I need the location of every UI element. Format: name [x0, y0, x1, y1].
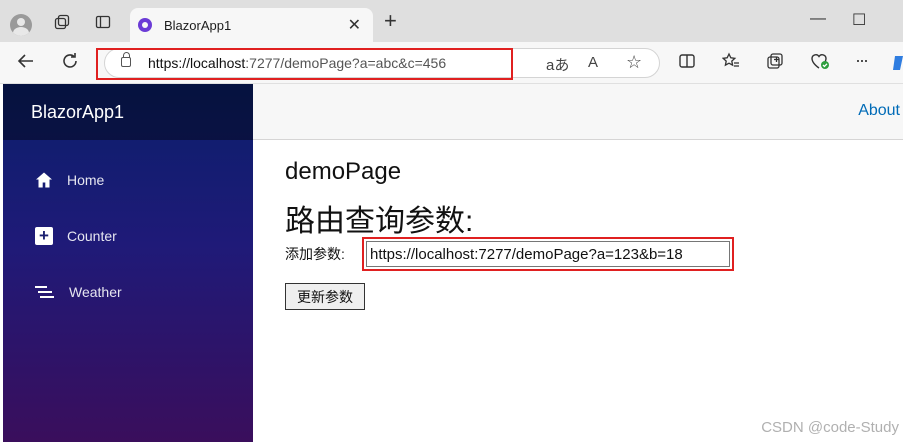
url-highlight-box — [96, 48, 513, 80]
sidebar-item-label: Home — [67, 172, 105, 188]
sidebar-item-label: Counter — [67, 228, 117, 244]
more-icon[interactable]: ··· — [855, 50, 869, 70]
workspaces-icon[interactable] — [52, 12, 72, 32]
tab-actions-icon[interactable] — [93, 12, 113, 32]
maximize-button[interactable]: ☐ — [852, 10, 866, 30]
favorites-icon[interactable] — [721, 52, 740, 75]
browser-tab-bar: BlazorApp1 ✕ + — ☐ — [0, 0, 903, 42]
sidebar-item-weather[interactable]: Weather — [35, 280, 122, 304]
favorite-star-icon[interactable]: ☆ — [626, 52, 642, 73]
back-arrow-icon[interactable] — [16, 51, 36, 76]
browser-essentials-icon[interactable] — [810, 52, 830, 75]
sidebar: BlazorApp1 Home + Counter Weather — [3, 84, 253, 442]
plus-icon: + — [35, 227, 53, 245]
about-link[interactable]: About — [858, 102, 900, 120]
update-params-button[interactable]: 更新参数 — [285, 283, 365, 310]
tab-close-icon[interactable]: ✕ — [348, 15, 361, 35]
refresh-icon[interactable] — [60, 51, 80, 76]
page-title: demoPage — [285, 158, 402, 185]
tab-blazorapp1[interactable]: BlazorApp1 ✕ — [130, 8, 373, 42]
font-size-icon[interactable]: A — [588, 54, 598, 71]
watermark: CSDN @code-Study — [761, 419, 899, 436]
section-heading: 路由查询参数: — [285, 205, 474, 238]
main-topbar: About — [253, 84, 903, 140]
param-label: 添加参数: — [285, 246, 345, 262]
split-screen-icon[interactable] — [678, 52, 696, 75]
minimize-button[interactable]: — — [810, 10, 826, 28]
sidebar-item-label: Weather — [69, 284, 122, 300]
new-tab-button[interactable]: + — [384, 10, 397, 32]
sidebar-header: BlazorApp1 — [3, 84, 253, 140]
sidebar-item-home[interactable]: Home — [35, 168, 104, 192]
home-icon — [35, 171, 53, 189]
brand-title[interactable]: BlazorApp1 — [31, 102, 124, 123]
sidebar-item-counter[interactable]: + Counter — [35, 224, 117, 248]
read-aloud-icon[interactable]: aあ — [546, 54, 569, 75]
blazor-favicon-icon — [138, 18, 152, 32]
copilot-icon[interactable] — [893, 54, 903, 77]
profile-avatar-icon[interactable] — [10, 14, 32, 36]
list-icon — [35, 285, 55, 299]
collections-icon[interactable] — [766, 52, 784, 75]
input-highlight-box — [362, 237, 734, 271]
tab-title: BlazorApp1 — [164, 18, 232, 33]
